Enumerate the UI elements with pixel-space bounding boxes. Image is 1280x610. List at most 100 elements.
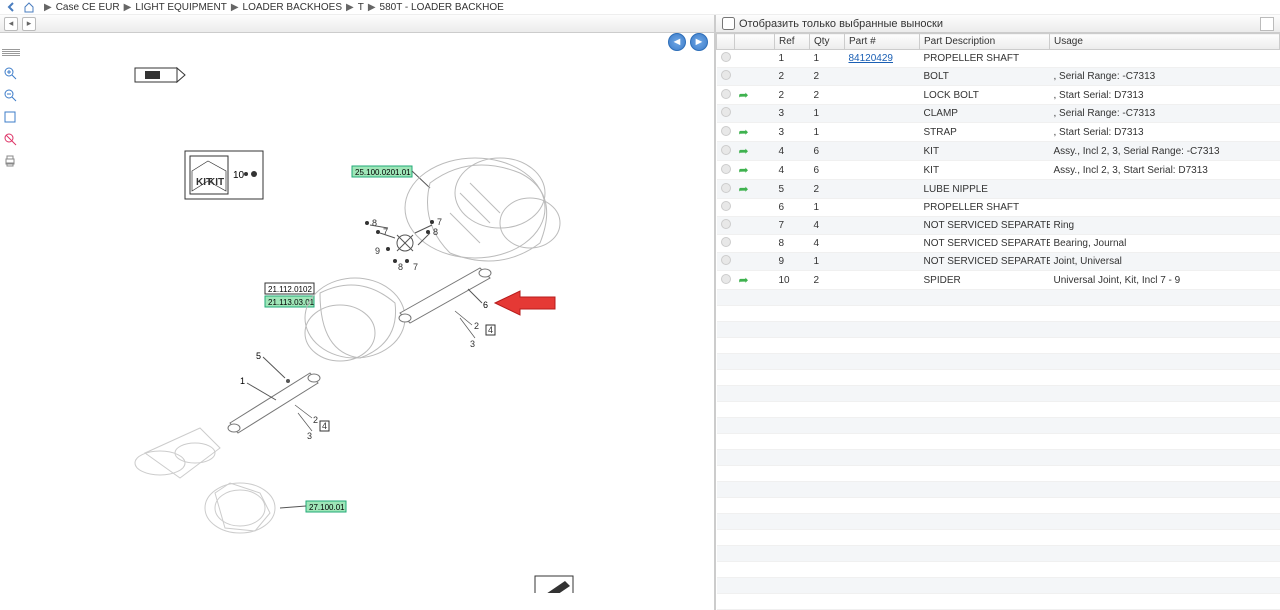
table-row-empty [717, 562, 1280, 578]
prev-button[interactable]: ◂ [4, 17, 18, 31]
part-link[interactable]: 84120429 [849, 53, 894, 64]
table-row-empty [717, 594, 1280, 610]
cell-desc: NOT SERVICED SEPARATELY [920, 235, 1050, 253]
parts-panel: Отобразить только выбранные выноски Ref … [715, 15, 1280, 610]
cell-part [845, 86, 920, 105]
row-flag [735, 68, 775, 86]
expand-toggle[interactable] [717, 180, 735, 199]
expand-toggle[interactable] [717, 271, 735, 290]
table-row[interactable]: 1184120429PROPELLER SHAFT [717, 50, 1280, 68]
svg-text:3: 3 [307, 431, 312, 441]
diagram-tag-bottom[interactable]: 27.100.01 [280, 501, 346, 512]
expand-toggle[interactable] [717, 199, 735, 217]
expand-toggle[interactable] [717, 105, 735, 123]
cell-usage: Universal Joint, Kit, Incl 7 - 9 [1050, 271, 1280, 290]
next-button[interactable]: ▸ [22, 17, 36, 31]
cell-desc: CLAMP [920, 105, 1050, 123]
show-selected-checkbox[interactable] [722, 17, 735, 30]
breadcrumb-item[interactable]: 580T - LOADER BACKHOE [380, 2, 504, 13]
table-row[interactable]: 61PROPELLER SHAFT [717, 199, 1280, 217]
table-row[interactable]: 91NOT SERVICED SEPARATELYJoint, Universa… [717, 253, 1280, 271]
cell-qty: 4 [810, 235, 845, 253]
expand-toggle[interactable] [717, 161, 735, 180]
table-row[interactable]: ➦102SPIDERUniversal Joint, Kit, Incl 7 -… [717, 271, 1280, 290]
row-flag [735, 217, 775, 235]
table-row[interactable]: ➦46KITAssy., Incl 2, 3, Serial Range: -C… [717, 142, 1280, 161]
diagram-overview-icon[interactable] [535, 576, 573, 593]
breadcrumb: ▶ Case CE EUR ▶ LIGHT EQUIPMENT ▶ LOADER… [0, 0, 1280, 15]
cell-ref: 4 [775, 161, 810, 180]
cell-desc: KIT [920, 161, 1050, 180]
table-row[interactable]: 74NOT SERVICED SEPARATELYRing [717, 217, 1280, 235]
share-icon[interactable]: ➦ [739, 182, 749, 196]
back-icon[interactable] [4, 0, 18, 14]
table-row[interactable]: 31CLAMP, Serial Range: -C7313 [717, 105, 1280, 123]
share-icon[interactable]: ➦ [739, 125, 749, 139]
diagram-tag-white[interactable]: 21.112.0102 [265, 283, 314, 294]
col-flag [735, 34, 775, 50]
cell-usage: , Start Serial: D7313 [1050, 123, 1280, 142]
expand-toggle[interactable] [717, 235, 735, 253]
cell-part[interactable]: 84120429 [845, 50, 920, 68]
table-row[interactable]: 84NOT SERVICED SEPARATELYBearing, Journa… [717, 235, 1280, 253]
col-part[interactable]: Part # [845, 34, 920, 50]
cell-ref: 8 [775, 235, 810, 253]
table-row-empty [717, 450, 1280, 466]
kit-box[interactable]: KIT KIT 10 [185, 151, 263, 199]
cell-usage [1050, 50, 1280, 68]
breadcrumb-item[interactable]: LIGHT EQUIPMENT [135, 2, 227, 13]
table-row-empty [717, 322, 1280, 338]
nav-prev-button[interactable]: ◄ [668, 33, 686, 51]
expand-toggle[interactable] [717, 123, 735, 142]
svg-text:21.112.0102: 21.112.0102 [268, 285, 312, 294]
cell-qty: 1 [810, 105, 845, 123]
table-row[interactable]: ➦22LOCK BOLT, Start Serial: D7313 [717, 86, 1280, 105]
svg-text:3: 3 [470, 339, 475, 349]
expand-toggle[interactable] [717, 253, 735, 271]
expand-toggle[interactable] [717, 50, 735, 68]
cell-qty: 2 [810, 68, 845, 86]
cell-desc: SPIDER [920, 271, 1050, 290]
share-icon[interactable]: ➦ [739, 163, 749, 177]
svg-text:9: 9 [375, 246, 380, 256]
share-icon[interactable]: ➦ [739, 144, 749, 158]
table-row[interactable]: ➦31STRAP, Start Serial: D7313 [717, 123, 1280, 142]
table-row-empty [717, 482, 1280, 498]
parts-header: Отобразить только выбранные выноски [716, 15, 1280, 33]
breadcrumb-item[interactable]: LOADER BACKHOES [243, 2, 342, 13]
home-icon[interactable] [22, 0, 36, 14]
svg-text:2: 2 [474, 321, 479, 331]
col-usage[interactable]: Usage [1050, 34, 1280, 50]
table-row[interactable]: ➦46KITAssy., Incl 2, 3, Start Serial: D7… [717, 161, 1280, 180]
cell-qty: 6 [810, 142, 845, 161]
row-flag: ➦ [735, 271, 775, 290]
expand-toggle[interactable] [717, 217, 735, 235]
table-row[interactable]: ➦52LUBE NIPPLE [717, 180, 1280, 199]
expand-toggle[interactable] [717, 142, 735, 161]
table-row-empty [717, 370, 1280, 386]
col-qty[interactable]: Qty [810, 34, 845, 50]
expand-toggle[interactable] [717, 68, 735, 86]
expand-icon[interactable] [1260, 17, 1274, 31]
cell-ref: 3 [775, 123, 810, 142]
col-ref[interactable]: Ref [775, 34, 810, 50]
expand-toggle[interactable] [717, 86, 735, 105]
parts-diagram[interactable]: KIT KIT 10 25.100.0201.01 [0, 33, 714, 610]
breadcrumb-item[interactable]: T [358, 2, 364, 13]
cell-part [845, 161, 920, 180]
cell-part [845, 217, 920, 235]
svg-text:4: 4 [488, 325, 493, 335]
col-desc[interactable]: Part Description [920, 34, 1050, 50]
cell-ref: 2 [775, 68, 810, 86]
share-icon[interactable]: ➦ [739, 273, 749, 287]
cell-ref: 9 [775, 253, 810, 271]
cell-ref: 6 [775, 199, 810, 217]
diagram-tag-top[interactable]: 25.100.0201.01 [352, 166, 430, 188]
nav-next-button[interactable]: ► [690, 33, 708, 51]
cell-desc: STRAP [920, 123, 1050, 142]
table-row-empty [717, 434, 1280, 450]
share-icon[interactable]: ➦ [739, 88, 749, 102]
breadcrumb-item[interactable]: Case CE EUR [56, 2, 120, 13]
table-row[interactable]: 22BOLT, Serial Range: -C7313 [717, 68, 1280, 86]
svg-text:8: 8 [433, 227, 438, 237]
